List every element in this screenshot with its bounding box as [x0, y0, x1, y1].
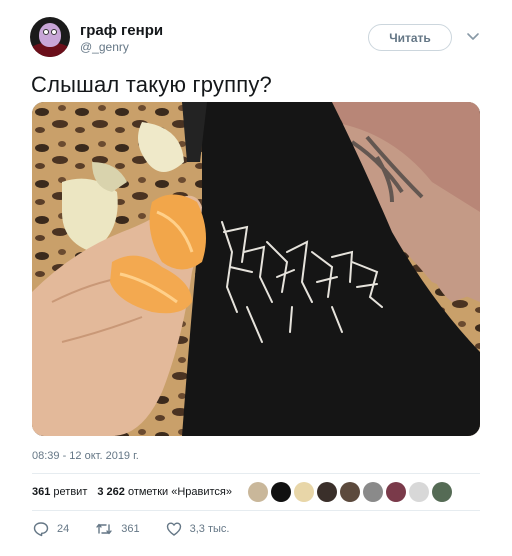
reply-count: 24	[57, 523, 70, 535]
avatar[interactable]	[30, 17, 70, 57]
reply-button[interactable]: 24	[33, 521, 69, 537]
retweets-stat[interactable]: 361 ретвит	[32, 486, 87, 498]
retweet-count: 361	[121, 523, 140, 535]
liker-avatar[interactable]	[386, 482, 406, 502]
retweet-button[interactable]: 361	[95, 521, 140, 537]
retweet-icon	[96, 523, 112, 535]
tweet-actions: 24 361 3,3 тыс.	[33, 521, 255, 537]
likes-stat[interactable]: 3 262 отметки «Нравится»	[97, 486, 232, 498]
divider	[32, 510, 480, 511]
avatar-eye-right	[51, 29, 57, 35]
liker-avatar[interactable]	[363, 482, 383, 502]
author-display-name[interactable]: граф генри	[80, 22, 163, 39]
tweet-photo[interactable]	[32, 102, 480, 436]
likes-label: отметки «Нравится»	[127, 486, 233, 498]
liker-avatars	[248, 482, 452, 502]
liker-avatar[interactable]	[432, 482, 452, 502]
liker-avatar[interactable]	[317, 482, 337, 502]
liker-avatar[interactable]	[294, 482, 314, 502]
retweets-count: 361	[32, 486, 51, 498]
tweet-timestamp[interactable]: 08:39 - 12 окт. 2019 г.	[32, 450, 139, 462]
tweet-card: граф генри @_genry Читать Слышал такую г…	[0, 0, 512, 556]
divider	[32, 473, 480, 474]
likes-count: 3 262	[97, 486, 125, 498]
author-handle[interactable]: @_genry	[80, 40, 129, 54]
follow-button[interactable]: Читать	[368, 24, 452, 51]
like-button[interactable]: 3,3 тыс.	[166, 521, 230, 537]
avatar-head-shape	[39, 23, 61, 47]
chevron-down-icon[interactable]	[466, 31, 480, 43]
liker-avatar[interactable]	[409, 482, 429, 502]
heart-icon	[166, 522, 181, 536]
tweet-text: Слышал такую группу?	[31, 72, 272, 97]
avatar-eye-left	[43, 29, 49, 35]
photo-illustration	[32, 102, 480, 436]
liker-avatar[interactable]	[271, 482, 291, 502]
like-count: 3,3 тыс.	[189, 523, 230, 535]
retweets-label: ретвит	[53, 486, 88, 498]
liker-avatar[interactable]	[340, 482, 360, 502]
liker-avatar[interactable]	[248, 482, 268, 502]
engagement-stats: 361 ретвит 3 262 отметки «Нравится»	[32, 486, 232, 498]
reply-icon	[33, 522, 49, 537]
